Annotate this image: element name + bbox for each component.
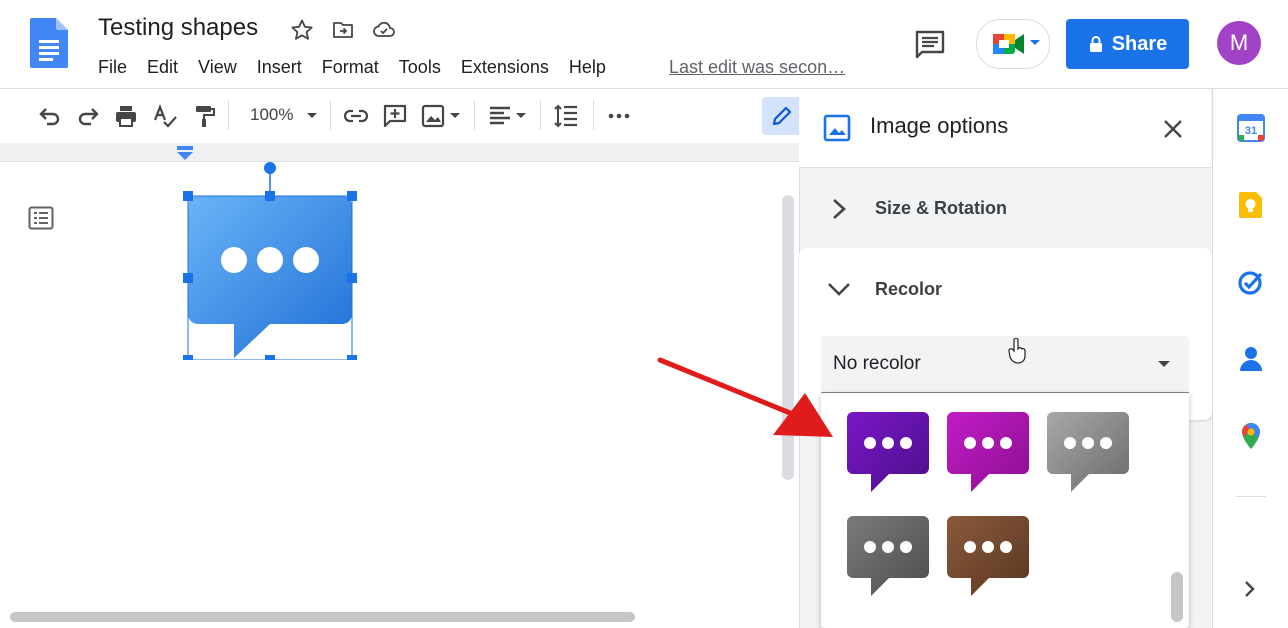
last-edit-link[interactable]: Last edit was secon… — [669, 54, 845, 80]
selection-handles — [183, 162, 357, 360]
toolbar-divider — [593, 100, 594, 130]
recolor-option-magenta[interactable] — [947, 412, 1029, 494]
menu-insert[interactable]: Insert — [247, 54, 312, 80]
lock-icon — [1089, 36, 1102, 52]
redo-icon[interactable] — [76, 103, 102, 129]
docs-logo-icon[interactable] — [30, 18, 68, 68]
recolor-option-light-gray[interactable] — [1047, 412, 1129, 494]
chevron-down-icon — [1030, 40, 1040, 45]
meet-icon — [993, 34, 1024, 54]
keep-icon[interactable] — [1237, 191, 1265, 219]
recolor-select-value: No recolor — [833, 353, 921, 374]
menu-help[interactable]: Help — [559, 54, 616, 80]
size-rotation-section[interactable]: Size & Rotation — [875, 198, 1007, 219]
toolbar-divider — [540, 100, 541, 130]
line-spacing-icon[interactable] — [553, 103, 579, 129]
account-avatar[interactable]: M — [1217, 21, 1261, 65]
print-icon[interactable] — [113, 103, 139, 129]
move-folder-icon[interactable] — [331, 18, 355, 42]
indent-marker-icon[interactable] — [176, 146, 194, 160]
chevron-down-icon[interactable] — [827, 280, 851, 298]
menu-format[interactable]: Format — [312, 54, 389, 80]
ruler — [0, 143, 800, 162]
recolor-option-purple[interactable] — [847, 412, 929, 494]
svg-text:31: 31 — [1245, 125, 1257, 137]
red-annotation-arrow — [657, 357, 833, 437]
dropdown-arrow-icon[interactable] — [1157, 360, 1171, 368]
align-left-icon[interactable] — [487, 103, 513, 129]
cloud-saved-icon[interactable] — [372, 18, 396, 42]
recolor-option-dark-gray[interactable] — [847, 516, 929, 598]
toolbar-divider — [330, 100, 331, 130]
document-title[interactable]: Testing shapes — [98, 14, 258, 42]
meet-button[interactable] — [976, 19, 1050, 69]
chevron-right-icon[interactable] — [830, 197, 848, 221]
dropdown-scrollbar[interactable] — [1171, 572, 1183, 622]
editing-mode-button[interactable] — [762, 97, 800, 135]
close-icon[interactable] — [1160, 116, 1186, 142]
share-button[interactable]: Share — [1066, 19, 1189, 69]
star-icon[interactable] — [290, 18, 314, 42]
insert-image-icon[interactable] — [420, 103, 446, 129]
recolor-option-brown[interactable] — [947, 516, 1029, 598]
menu-file[interactable]: File — [88, 54, 137, 80]
tasks-icon[interactable] — [1237, 268, 1265, 296]
more-horizontal-icon[interactable] — [606, 103, 632, 129]
paint-format-icon[interactable] — [192, 103, 218, 129]
toolbar-divider — [228, 100, 229, 130]
menu-tools[interactable]: Tools — [389, 54, 451, 80]
menu-view[interactable]: View — [188, 54, 247, 80]
maps-icon[interactable] — [1237, 422, 1265, 450]
share-label: Share — [1111, 32, 1168, 55]
chevron-down-icon[interactable] — [449, 112, 461, 120]
chevron-right-icon[interactable] — [1242, 580, 1258, 598]
link-icon[interactable] — [343, 103, 369, 129]
panel-title: Image options — [870, 113, 1009, 138]
toolbar-divider — [474, 100, 475, 130]
pencil-icon — [772, 106, 792, 126]
zoom-select[interactable]: 100% — [250, 105, 293, 125]
menu-edit[interactable]: Edit — [137, 54, 188, 80]
hand-cursor-icon — [1008, 338, 1026, 364]
recolor-section[interactable]: Recolor — [875, 279, 942, 300]
menu-extensions[interactable]: Extensions — [451, 54, 559, 80]
horizontal-scrollbar[interactable] — [10, 612, 635, 622]
spellcheck-icon[interactable] — [152, 103, 178, 129]
undo-icon[interactable] — [36, 103, 62, 129]
chevron-down-icon[interactable] — [306, 112, 318, 120]
document-outline-icon[interactable] — [28, 206, 54, 230]
image-icon — [823, 114, 851, 142]
menu-bar: File Edit View Insert Format Tools Exten… — [88, 54, 616, 80]
calendar-icon[interactable]: 31 — [1237, 114, 1265, 142]
comment-history-icon[interactable] — [910, 26, 950, 62]
chevron-down-icon[interactable] — [515, 112, 527, 120]
apps-divider — [1236, 496, 1266, 497]
add-comment-icon[interactable] — [382, 103, 408, 129]
selected-chat-bubble-image[interactable] — [183, 162, 357, 360]
contacts-icon[interactable] — [1237, 345, 1265, 373]
